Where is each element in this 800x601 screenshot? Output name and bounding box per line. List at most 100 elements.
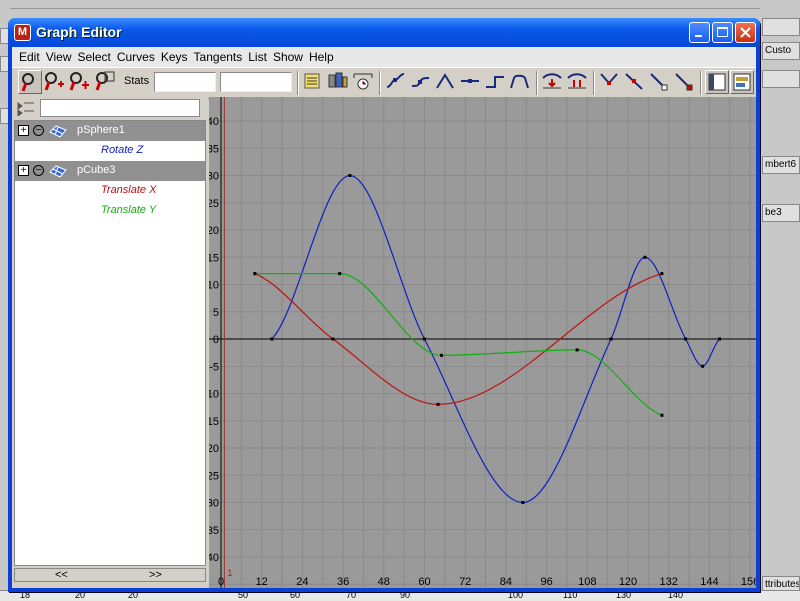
maya-right-tab[interactable]: Custo — [762, 42, 800, 60]
keyframe-translate-x[interactable] — [660, 272, 664, 276]
graph-view[interactable]: 40 35 30 25 20 15 10 5 0 -5 -10 -15 -20 -25 -30 -35 -40 0… — [209, 97, 756, 588]
buffer-curve-snapshot-button[interactable] — [541, 70, 565, 94]
free-tangent-weight-button[interactable] — [648, 70, 672, 94]
y-tick-label: -5 — [209, 361, 219, 373]
maya-right-tool[interactable] — [762, 70, 800, 88]
expand-icon[interactable]: + — [18, 165, 29, 176]
flat-tangents-button[interactable] — [459, 70, 483, 94]
toolbar-separator — [593, 71, 595, 95]
flat-tangent-icon — [461, 79, 479, 83]
outliner-filter-icon[interactable] — [16, 100, 36, 116]
minimize-button[interactable] — [689, 22, 710, 43]
keyframe-translate-y[interactable] — [253, 272, 257, 276]
lock-weight-icon — [675, 73, 693, 91]
frame-selection-button[interactable] — [327, 70, 351, 94]
clamped-tangent-icon — [411, 77, 430, 87]
keyframe-rotate-z[interactable] — [521, 501, 525, 504]
plateau-tangents-button[interactable] — [509, 70, 533, 94]
close-icon — [740, 27, 751, 38]
maya-icon[interactable]: M — [14, 24, 31, 41]
minimize-icon — [695, 35, 702, 37]
outliner-attr-label: Translate Y — [101, 204, 157, 216]
lock-tangent-weight-button[interactable] — [673, 70, 697, 94]
unify-tangents-button[interactable] — [623, 70, 647, 94]
keyframe-translate-y[interactable] — [439, 353, 443, 357]
trax-editor-button[interactable] — [730, 70, 754, 94]
x-tick-label: 12 — [256, 576, 268, 588]
keyframe-rotate-z[interactable] — [684, 337, 688, 341]
lattice-deform-keys-button[interactable] — [93, 70, 117, 94]
linear-tangent-icon — [436, 73, 454, 89]
keyframe-translate-x[interactable] — [436, 402, 440, 406]
scroll-left-button[interactable]: << — [55, 569, 68, 581]
add-key-tool-button[interactable] — [68, 70, 92, 94]
keyframe-translate-y[interactable] — [660, 413, 664, 417]
clamped-tangents-button[interactable] — [409, 70, 433, 94]
keyframe-rotate-z[interactable] — [718, 337, 722, 341]
linear-tangents-button[interactable] — [434, 70, 458, 94]
x-tick-label: 144 — [700, 576, 718, 588]
close-button[interactable] — [735, 22, 756, 43]
x-tick-label: 72 — [459, 576, 471, 588]
outliner-item-psphere1[interactable]: + – pSphere1 — [15, 121, 205, 141]
keyframe-rotate-z[interactable] — [348, 174, 352, 177]
outliner-item-label: pSphere1 — [77, 124, 125, 136]
y-tick-label: -25 — [209, 470, 219, 482]
y-tick-label: -10 — [209, 389, 219, 401]
dope-sheet-button[interactable] — [705, 70, 729, 94]
y-tick-label: -15 — [209, 416, 219, 428]
outliner-attr-rotate-z[interactable]: Rotate Z — [15, 141, 205, 161]
step-tangent-icon — [486, 76, 504, 88]
insert-key-tool-button[interactable] — [43, 70, 67, 94]
menu-select[interactable]: Select — [74, 47, 113, 64]
stats-field-2[interactable] — [220, 72, 292, 92]
expand-icon[interactable]: + — [18, 125, 29, 136]
graph-editor-client: Edit View Select Curves Keys Tangents List Show… — [12, 47, 756, 588]
menu-edit[interactable]: Edit — [16, 47, 43, 64]
collapse-icon[interactable]: – — [33, 125, 44, 136]
keyframe-rotate-z[interactable] — [423, 337, 426, 341]
move-key-icon — [21, 73, 34, 92]
maya-shelf-strip — [0, 0, 800, 9]
menu-show[interactable]: Show — [270, 47, 306, 64]
maximize-button[interactable] — [712, 22, 733, 43]
move-key-tool-button[interactable] — [18, 70, 42, 94]
spline-tangents-button[interactable] — [384, 70, 408, 94]
y-tick-label: 5 — [213, 307, 219, 319]
menu-list[interactable]: List — [245, 47, 270, 64]
scroll-right-button[interactable]: >> — [149, 569, 162, 581]
title-bar[interactable]: M Graph Editor — [8, 18, 760, 47]
maya-right-field[interactable]: be3 — [762, 204, 800, 222]
graph-toolbar: Stats — [12, 67, 756, 99]
ipr-render-icon[interactable] — [762, 18, 800, 36]
keyframe-translate-x[interactable] — [331, 337, 335, 341]
menu-keys[interactable]: Keys — [158, 47, 191, 64]
nurbs-object-icon — [49, 125, 67, 138]
menu-tangents[interactable]: Tangents — [191, 47, 246, 64]
step-tangents-button[interactable] — [484, 70, 508, 94]
keyframe-rotate-z[interactable] — [643, 255, 647, 259]
menu-curves[interactable]: Curves — [114, 47, 158, 64]
outliner-attr-translate-x[interactable]: Translate X — [15, 181, 205, 201]
outliner-item-pcube3[interactable]: + – pCube3 — [15, 161, 205, 181]
stats-field-1[interactable] — [154, 72, 216, 92]
x-tick-label: 108 — [578, 576, 596, 588]
keyframe-rotate-z[interactable] — [270, 337, 274, 341]
frame-all-button[interactable] — [302, 70, 326, 94]
swap-buffer-icon — [567, 73, 587, 89]
swap-buffer-curve-button[interactable] — [566, 70, 590, 94]
keyframe-rotate-z[interactable] — [609, 337, 613, 341]
collapse-icon[interactable]: – — [33, 165, 44, 176]
outliner-search-input[interactable] — [40, 99, 200, 117]
outliner-attr-translate-y[interactable]: Translate Y — [15, 201, 205, 221]
keyframe-translate-y[interactable] — [338, 272, 342, 276]
menu-view[interactable]: View — [43, 47, 75, 64]
maya-right-tab[interactable]: mbert6 — [762, 156, 800, 174]
outliner-horizontal-scrollbar[interactable]: << >> — [14, 568, 206, 582]
break-tangents-icon — [600, 73, 618, 85]
break-tangents-button[interactable] — [598, 70, 622, 94]
keyframe-translate-y[interactable] — [575, 348, 579, 352]
frame-playback-range-button[interactable] — [352, 70, 376, 94]
keyframe-rotate-z[interactable] — [701, 364, 705, 368]
menu-help[interactable]: Help — [306, 47, 337, 64]
